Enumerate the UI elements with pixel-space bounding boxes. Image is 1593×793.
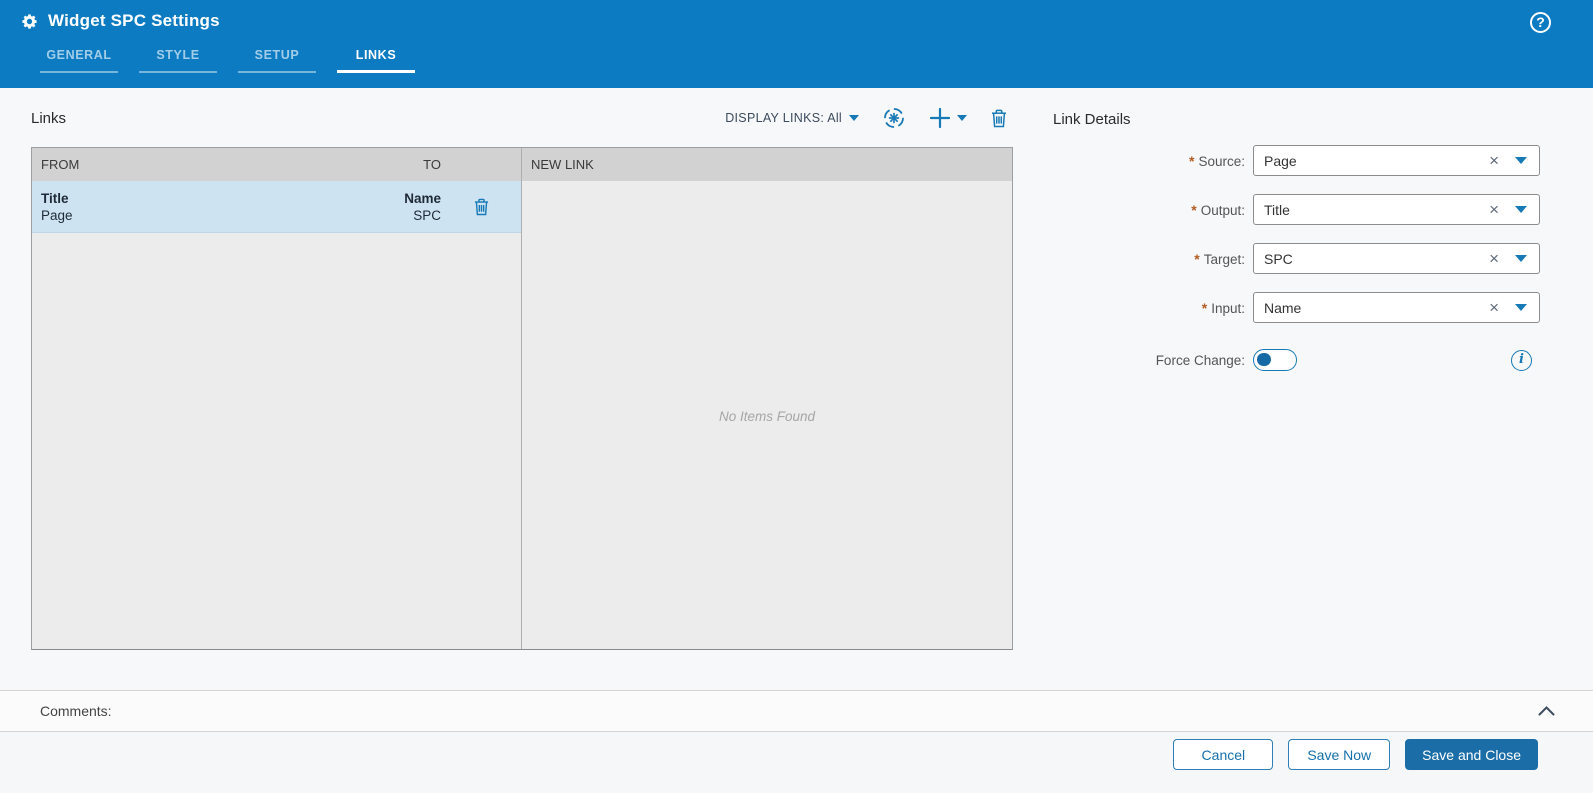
links-table-header: FROM TO bbox=[32, 148, 521, 181]
links-toolbar: DISPLAY LINKS: All bbox=[31, 103, 1013, 133]
source-value: Page bbox=[1264, 152, 1297, 169]
output-dropdown[interactable]: Title × bbox=[1253, 194, 1540, 225]
new-link-panel: NEW LINK No Items Found bbox=[521, 148, 1012, 649]
tab-bar: GENERAL STYLE SETUP LINKS bbox=[40, 40, 436, 73]
tab-general[interactable]: GENERAL bbox=[40, 40, 118, 73]
input-value: Name bbox=[1264, 299, 1302, 316]
comments-label: Comments: bbox=[40, 703, 112, 719]
output-label: * Output: bbox=[1191, 201, 1245, 218]
gear-icon bbox=[22, 13, 37, 29]
link-details-panel: Link Details * Source: Page × * Output: Ti… bbox=[1053, 110, 1540, 371]
auto-link-gear-button[interactable] bbox=[883, 107, 905, 129]
link-to-input: Name bbox=[404, 190, 441, 206]
tab-setup[interactable]: SETUP bbox=[238, 40, 316, 73]
input-field-row: * Input: Name × bbox=[1053, 292, 1540, 323]
links-table: FROM TO Title Page Name SPC NEW LINK No … bbox=[31, 147, 1013, 650]
source-field-row: * Source: Page × bbox=[1053, 145, 1540, 176]
help-icon[interactable]: ? bbox=[1530, 12, 1551, 33]
chevron-down-icon[interactable] bbox=[1515, 304, 1527, 311]
collapse-comments-button[interactable] bbox=[1538, 706, 1555, 716]
delete-links-button[interactable] bbox=[991, 109, 1007, 128]
empty-state-text: No Items Found bbox=[718, 409, 816, 424]
link-to-target: SPC bbox=[413, 207, 441, 223]
chevron-down-icon bbox=[849, 115, 859, 121]
force-change-row: Force Change: i bbox=[1053, 349, 1540, 371]
input-label: * Input: bbox=[1201, 299, 1245, 316]
clear-icon[interactable]: × bbox=[1489, 201, 1499, 218]
tab-links[interactable]: LINKS bbox=[337, 40, 415, 73]
dialog-title-row: Widget SPC Settings bbox=[20, 11, 220, 31]
link-details-fields: * Source: Page × * Output: Title × * Target… bbox=[1053, 145, 1540, 371]
links-list-panel: FROM TO Title Page Name SPC bbox=[32, 148, 521, 649]
target-field-row: * Target: SPC × bbox=[1053, 243, 1540, 274]
clear-icon[interactable]: × bbox=[1489, 299, 1499, 316]
link-row-to-cell: Name SPC bbox=[341, 190, 441, 224]
display-links-label: DISPLAY LINKS: All bbox=[725, 111, 842, 125]
column-header-from: FROM bbox=[41, 157, 80, 172]
save-now-button[interactable]: Save Now bbox=[1288, 739, 1391, 770]
tab-style[interactable]: STYLE bbox=[139, 40, 217, 73]
info-icon[interactable]: i bbox=[1511, 349, 1532, 371]
target-value: SPC bbox=[1264, 250, 1293, 267]
chevron-down-icon[interactable] bbox=[1515, 157, 1527, 164]
save-and-close-button[interactable]: Save and Close bbox=[1405, 739, 1538, 770]
toggle-knob bbox=[1257, 352, 1271, 367]
comments-bar: Comments: bbox=[0, 690, 1593, 732]
source-label: * Source: bbox=[1189, 152, 1245, 169]
trash-icon bbox=[992, 109, 1006, 127]
add-link-button[interactable] bbox=[929, 107, 967, 129]
link-from-output: Title bbox=[41, 190, 69, 206]
link-row-actions bbox=[441, 198, 521, 216]
required-asterisk: * bbox=[1194, 250, 1200, 267]
chevron-down-icon bbox=[957, 115, 967, 121]
row-trash-icon[interactable] bbox=[474, 198, 489, 216]
link-from-source: Page bbox=[41, 207, 73, 223]
link-row-from-cell: Title Page bbox=[32, 190, 341, 224]
force-change-toggle[interactable] bbox=[1253, 349, 1297, 371]
chevron-down-icon[interactable] bbox=[1515, 206, 1527, 213]
cancel-button[interactable]: Cancel bbox=[1173, 739, 1274, 770]
auto-link-gear-icon bbox=[884, 108, 904, 128]
footer-buttons: Cancel Save Now Save and Close bbox=[1173, 739, 1538, 770]
link-details-title: Link Details bbox=[1053, 111, 1131, 128]
chevron-up-icon bbox=[1538, 706, 1555, 716]
footer-bar: Cancel Save Now Save and Close bbox=[0, 732, 1593, 793]
column-header-new-link: NEW LINK bbox=[531, 157, 594, 172]
new-link-header: NEW LINK bbox=[522, 148, 1012, 181]
required-asterisk: * bbox=[1201, 299, 1208, 316]
clear-icon[interactable]: × bbox=[1489, 250, 1499, 267]
display-links-filter[interactable]: DISPLAY LINKS: All bbox=[725, 111, 859, 125]
input-dropdown[interactable]: Name × bbox=[1253, 292, 1540, 323]
target-label: * Target: bbox=[1194, 250, 1245, 267]
target-dropdown[interactable]: SPC × bbox=[1253, 243, 1540, 274]
clear-icon[interactable]: × bbox=[1489, 152, 1499, 169]
link-row[interactable]: Title Page Name SPC bbox=[32, 181, 521, 233]
column-header-to: TO bbox=[423, 157, 441, 172]
dialog-title: Widget SPC Settings bbox=[48, 11, 220, 30]
dialog-titlebar: Widget SPC Settings ? GENERAL STYLE SETU… bbox=[0, 0, 1593, 88]
required-asterisk: * bbox=[1189, 152, 1195, 169]
source-dropdown[interactable]: Page × bbox=[1253, 145, 1540, 176]
plus-icon bbox=[929, 107, 951, 129]
required-asterisk: * bbox=[1191, 201, 1197, 218]
force-change-label: Force Change: bbox=[1155, 352, 1245, 368]
chevron-down-icon[interactable] bbox=[1515, 255, 1527, 262]
output-field-row: * Output: Title × bbox=[1053, 194, 1540, 225]
output-value: Title bbox=[1264, 201, 1290, 218]
